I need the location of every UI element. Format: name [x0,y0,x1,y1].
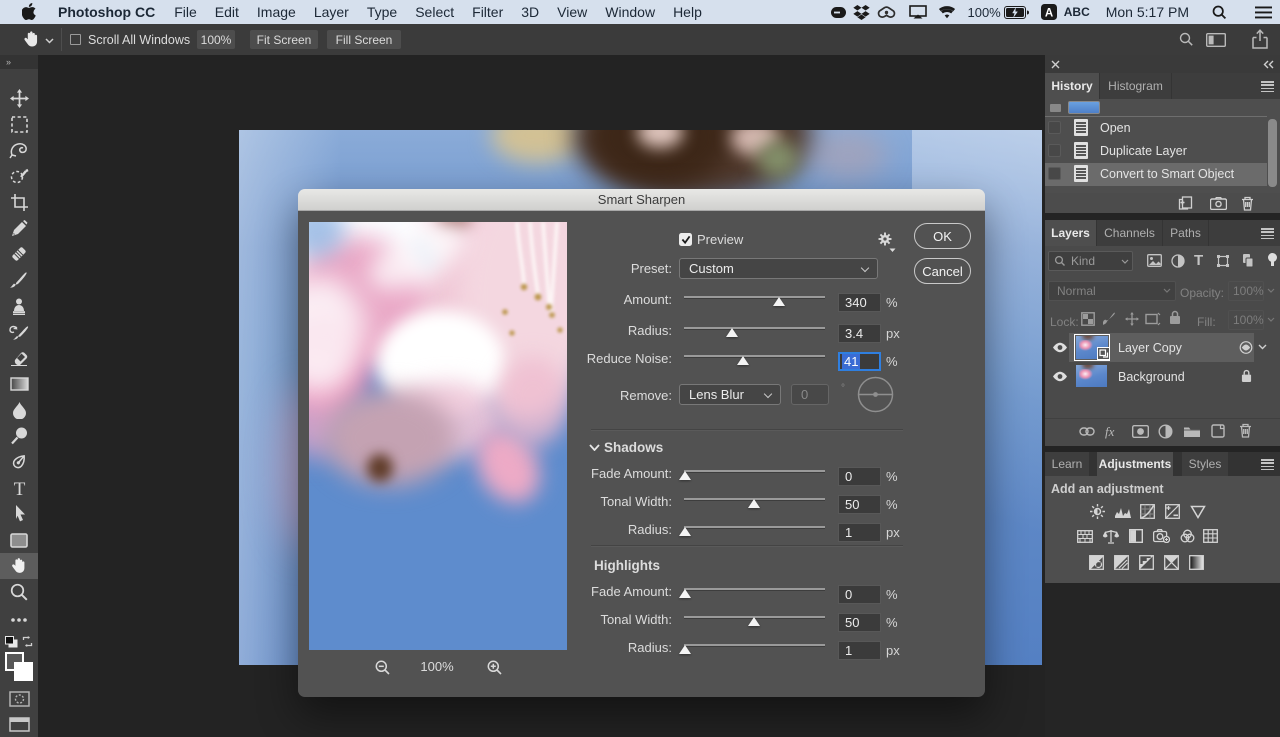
svg-text:A: A [1045,8,1053,20]
svg-text:fx: fx [1105,424,1115,439]
svg-text:T: T [13,480,25,497]
